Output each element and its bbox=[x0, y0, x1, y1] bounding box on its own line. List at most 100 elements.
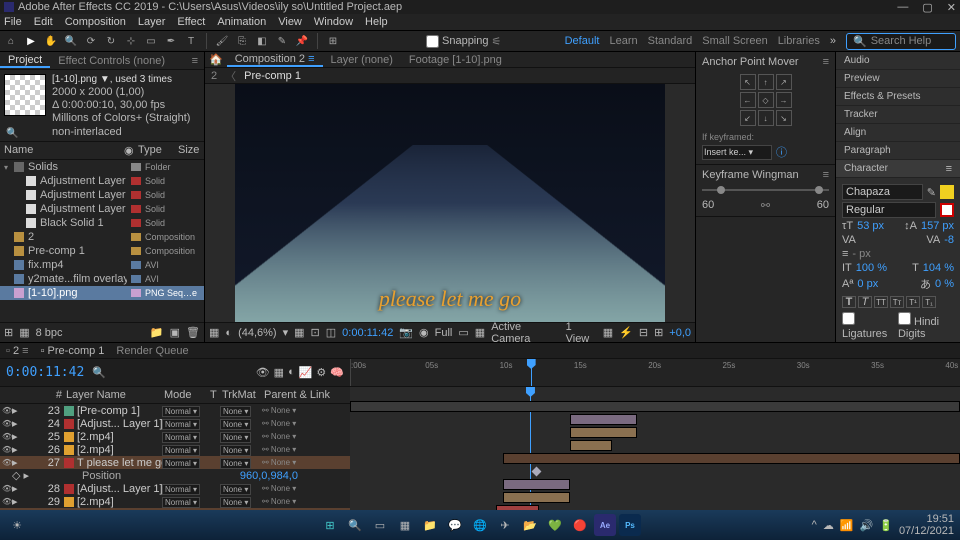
brush-tool[interactable]: 🖌 bbox=[215, 34, 229, 48]
edge-icon[interactable]: 🌐 bbox=[469, 514, 491, 536]
mag-icon[interactable]: ▦ bbox=[209, 326, 219, 339]
start-button[interactable]: ⊞ bbox=[319, 514, 341, 536]
pen-tool[interactable]: ✒ bbox=[164, 34, 178, 48]
panel-character[interactable]: Character≡ bbox=[836, 160, 960, 178]
timeline-layer[interactable]: 👁 ▸26[2.mp4]Normal ▾None ▾⚯ None ▾ bbox=[0, 443, 350, 456]
mask-icon[interactable]: ◫ bbox=[326, 326, 336, 339]
workspace-default[interactable]: Default bbox=[565, 35, 600, 47]
close-button[interactable]: ✕ bbox=[947, 1, 956, 14]
keyframe-mode-dropdown[interactable]: Insert ke... ▾ bbox=[702, 145, 772, 160]
frame-blend-icon[interactable]: ▦ bbox=[274, 366, 284, 379]
graph-editor-icon[interactable]: 📈 bbox=[299, 366, 313, 379]
motion-blur-icon[interactable]: ◐ bbox=[288, 366, 295, 379]
3d-view-dropdown[interactable]: Active Camera bbox=[491, 321, 559, 345]
transparency-icon[interactable]: ▦ bbox=[475, 326, 485, 339]
timeline-layer[interactable]: 👁 ▸28[Adjust... Layer 1]Normal ▾None ▾⚯ … bbox=[0, 482, 350, 495]
panel-audio[interactable]: Audio bbox=[836, 52, 960, 70]
tl-tab-2[interactable]: ▫ 2 ≡ bbox=[6, 345, 29, 357]
view-layout[interactable]: 1 View bbox=[566, 321, 597, 345]
zoom-tool[interactable]: 🔍 bbox=[64, 34, 78, 48]
timeline-icon[interactable]: ⊟ bbox=[639, 326, 648, 339]
link-icon[interactable]: ⚯ bbox=[761, 199, 770, 212]
eyedropper-icon[interactable]: ✎ bbox=[927, 186, 936, 199]
project-settings-icon[interactable]: ▦ bbox=[19, 326, 29, 339]
hscale[interactable]: 104 % bbox=[923, 262, 954, 274]
explorer-icon[interactable]: 📁 bbox=[419, 514, 441, 536]
puppet-tool[interactable]: 📌 bbox=[295, 34, 309, 48]
panel-menu-icon[interactable]: ≡ bbox=[823, 56, 829, 68]
grid-icon[interactable]: ▦ bbox=[294, 326, 304, 339]
fast-preview-icon[interactable]: ⚡ bbox=[619, 326, 633, 339]
faux-bold[interactable]: T bbox=[842, 296, 856, 308]
exposure[interactable]: +0,0 bbox=[669, 327, 691, 339]
menu-window[interactable]: Window bbox=[314, 16, 353, 28]
shy-icon[interactable]: 👁 bbox=[256, 366, 270, 379]
battery-icon[interactable]: 🔋 bbox=[879, 519, 893, 532]
snapping-checkbox[interactable] bbox=[426, 35, 439, 48]
menu-help[interactable]: Help bbox=[365, 16, 388, 28]
search-icon[interactable]: 🔍 bbox=[344, 514, 366, 536]
all-caps[interactable]: TT bbox=[874, 296, 888, 308]
stroke-color[interactable] bbox=[940, 203, 954, 217]
panel-align[interactable]: Align bbox=[836, 124, 960, 142]
hindi-digits-checkbox[interactable]: Hindi Digits bbox=[898, 312, 954, 340]
guides-icon[interactable]: ⊡ bbox=[311, 326, 320, 339]
layer-property[interactable]: ◇ ▸Position960,0,984,0 bbox=[0, 469, 350, 482]
composition-viewer[interactable]: please let me go bbox=[205, 84, 695, 322]
timeline-tracks[interactable] bbox=[350, 387, 960, 510]
maximize-button[interactable]: ▢ bbox=[922, 1, 932, 14]
resolution-icon[interactable]: ▾ bbox=[283, 326, 289, 339]
snapping-options-icon[interactable]: ⚟ bbox=[492, 35, 502, 48]
tab-footage[interactable]: Footage [1-10].png bbox=[401, 54, 510, 66]
roto-tool[interactable]: ✎ bbox=[275, 34, 289, 48]
font-family-dropdown[interactable]: Chapaza bbox=[842, 184, 923, 200]
chevron-up-icon[interactable]: ^ bbox=[812, 519, 817, 531]
clock-date[interactable]: 07/12/2021 bbox=[899, 525, 954, 537]
flowchart-icon[interactable]: 🏠 bbox=[205, 53, 227, 66]
timecode[interactable]: 0:00:11:42 bbox=[6, 365, 84, 380]
project-item[interactable]: Black Solid 1Solid bbox=[0, 216, 204, 230]
menu-composition[interactable]: Composition bbox=[65, 16, 126, 28]
bit-depth[interactable]: 8 bpc bbox=[36, 327, 63, 339]
whatsapp-icon[interactable]: 💚 bbox=[544, 514, 566, 536]
project-item[interactable]: Adjustment Layer 2Solid bbox=[0, 188, 204, 202]
resolution-dropdown[interactable]: Full bbox=[435, 327, 453, 339]
ps-taskbar-icon[interactable]: Ps bbox=[619, 514, 641, 536]
current-time[interactable]: 0:00:11:42 bbox=[342, 327, 393, 339]
tracking[interactable]: -8 bbox=[944, 234, 954, 246]
local-axis-icon[interactable]: ⊞ bbox=[326, 34, 340, 48]
timeline-layer[interactable]: 👁 ▸29[2.mp4]Normal ▾None ▾⚯ None ▾ bbox=[0, 495, 350, 508]
timeline-layer[interactable]: 👁 ▸23[Pre-comp 1]Normal ▾None ▾⚯ None ▾ bbox=[0, 404, 350, 417]
tab-project[interactable]: Project bbox=[0, 54, 50, 68]
project-item[interactable]: ▾SolidsFolder bbox=[0, 160, 204, 174]
weather-widget[interactable]: ☀ bbox=[6, 514, 28, 536]
menu-file[interactable]: File bbox=[4, 16, 22, 28]
subscript[interactable]: T₁ bbox=[922, 296, 936, 308]
brain-icon[interactable]: 🧠 bbox=[330, 366, 344, 379]
timeline-layer[interactable]: 👁 ▸25[2.mp4]Normal ▾None ▾⚯ None ▾ bbox=[0, 430, 350, 443]
anchor-tool[interactable]: ⊹ bbox=[124, 34, 138, 48]
font-style-dropdown[interactable]: Regular bbox=[842, 202, 936, 218]
menu-effect[interactable]: Effect bbox=[177, 16, 205, 28]
volume-icon[interactable]: 🔊 bbox=[860, 519, 874, 532]
timeline-layer[interactable]: 👁 ▸24[Adjust... Layer 1]Normal ▾None ▾⚯ … bbox=[0, 417, 350, 430]
zoom-level[interactable]: (44,6%) bbox=[238, 327, 277, 339]
workspace-small[interactable]: Small Screen bbox=[702, 35, 767, 47]
small-caps[interactable]: Tᴛ bbox=[890, 296, 904, 308]
chrome-icon[interactable]: 🔴 bbox=[569, 514, 591, 536]
widgets-icon[interactable]: ▦ bbox=[394, 514, 416, 536]
clock-time[interactable]: 19:51 bbox=[899, 513, 954, 525]
snapshot-icon[interactable]: 📷 bbox=[399, 326, 413, 339]
tl-tab-precomp[interactable]: ▫ Pre-comp 1 bbox=[41, 345, 105, 357]
panel-menu-icon[interactable]: ≡ bbox=[186, 55, 204, 67]
tab-effect-controls[interactable]: Effect Controls (none) bbox=[50, 55, 173, 67]
draft-3d-icon[interactable]: ⚙ bbox=[316, 366, 326, 379]
label-column-icon[interactable]: ◉ bbox=[124, 144, 138, 157]
new-folder-icon[interactable]: 📁 bbox=[150, 326, 164, 339]
breadcrumb-root[interactable]: 2 bbox=[211, 70, 217, 82]
project-item[interactable]: [1-10].pngPNG Seq…e bbox=[0, 286, 204, 300]
text-tool[interactable]: T bbox=[184, 34, 198, 48]
pixel-aspect-icon[interactable]: ▦ bbox=[603, 326, 613, 339]
fill-color[interactable] bbox=[940, 185, 954, 199]
comp-flowchart-icon[interactable]: ⊞ bbox=[654, 326, 663, 339]
